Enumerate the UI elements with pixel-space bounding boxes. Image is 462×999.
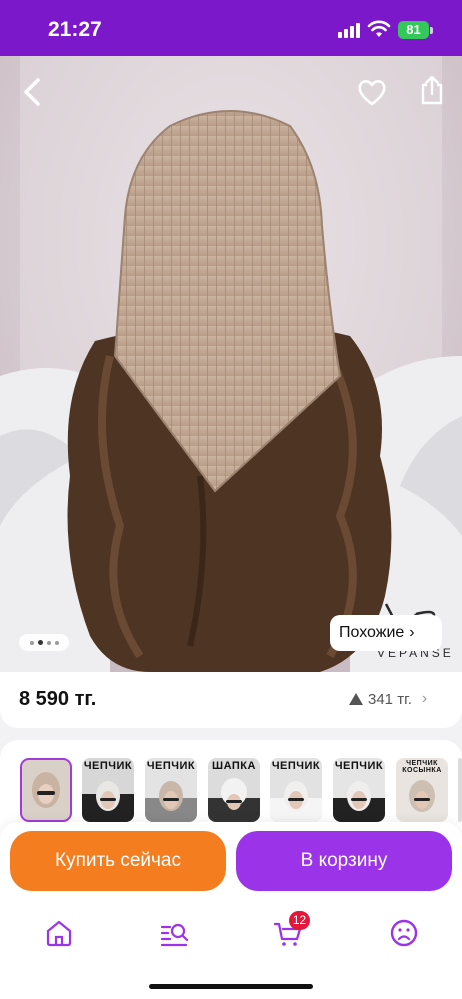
- share-button[interactable]: [412, 70, 452, 110]
- thumbnail-title: ЧЕПЧИК: [271, 760, 321, 772]
- home-indicator: [149, 984, 313, 989]
- wifi-icon: [367, 20, 391, 37]
- buy-now-button[interactable]: Купить сейчас: [10, 831, 226, 891]
- purchase-actions: Купить сейчас В корзину: [0, 822, 462, 906]
- bottom-tab-bar: 12: [0, 906, 462, 999]
- price-change-link[interactable]: 341 тг. ›: [349, 690, 427, 708]
- thumbnail[interactable]: ЧЕПЧИК КОСЫНКА: [396, 758, 448, 822]
- page-dot: [46, 640, 51, 645]
- share-icon: [421, 75, 443, 105]
- product-photo[interactable]: [0, 56, 462, 672]
- add-to-cart-button[interactable]: В корзину: [236, 831, 452, 891]
- status-time: 21:27: [48, 18, 102, 41]
- catalog-search-icon: [160, 923, 189, 947]
- thumbnail[interactable]: ЧЕПЧИК: [270, 758, 322, 822]
- status-bar: 21:27 81: [0, 0, 462, 56]
- add-to-cart-label: В корзину: [300, 850, 388, 871]
- page-dot: [29, 640, 34, 645]
- thumbnail[interactable]: ШАПКА: [208, 758, 260, 822]
- triangle-up-icon: [349, 693, 363, 705]
- battery-indicator: 81: [398, 21, 429, 39]
- thumbnail-title: ЧЕПЧИК: [83, 760, 133, 772]
- battery-tip: [430, 27, 433, 34]
- tab-home[interactable]: [44, 918, 74, 948]
- chevron-right-icon: ›: [409, 624, 415, 641]
- favorite-button[interactable]: [352, 72, 392, 112]
- thumbnail[interactable]: ЧЕПЧИК: [82, 758, 134, 822]
- buy-now-label: Купить сейчас: [55, 850, 181, 871]
- product-image-gallery[interactable]: VEPANSE Похожие ›: [0, 56, 462, 672]
- chevron-left-icon: [24, 78, 40, 106]
- similar-label: Похожие: [339, 624, 405, 641]
- thumbnail-title: ЧЕПЧИК КОСЫНКА: [402, 760, 442, 774]
- thumbnail[interactable]: ЧЕПЧИК: [333, 758, 385, 822]
- product-price: 8 590 тг.: [19, 688, 97, 710]
- gallery-page-indicator: [19, 634, 69, 651]
- thumbnail-title: ШАПКА: [212, 760, 256, 772]
- page-dot: [54, 640, 59, 645]
- chevron-right-icon: ›: [421, 690, 428, 707]
- thumbnail-image: [32, 772, 60, 808]
- thumbnail[interactable]: ЧЕПЧИК: [145, 758, 197, 822]
- thumbnail-title: ЧЕПЧИК: [334, 760, 384, 772]
- page-dot-active: [37, 640, 43, 645]
- profile-icon: [390, 919, 418, 947]
- tab-profile[interactable]: [389, 918, 419, 948]
- price-section: 8 590 тг. 341 тг. ›: [0, 672, 462, 728]
- thumbnail[interactable]: [458, 758, 462, 822]
- thumbnail-title: ЧЕПЧИК: [146, 760, 196, 772]
- signal-icon: [338, 22, 362, 38]
- heart-icon: [358, 80, 386, 106]
- similar-products-button[interactable]: Похожие ›: [330, 615, 442, 651]
- cart-count-badge: 12: [289, 911, 310, 930]
- thumbnail-selected[interactable]: [20, 758, 72, 822]
- tab-catalog[interactable]: [159, 918, 189, 948]
- product-page: 21:27 81 VEPANSE Похожие › 8 590 тг. 341…: [0, 0, 462, 999]
- back-button[interactable]: [12, 72, 52, 112]
- home-icon: [46, 920, 72, 947]
- price-change-value: 341 тг.: [368, 690, 412, 708]
